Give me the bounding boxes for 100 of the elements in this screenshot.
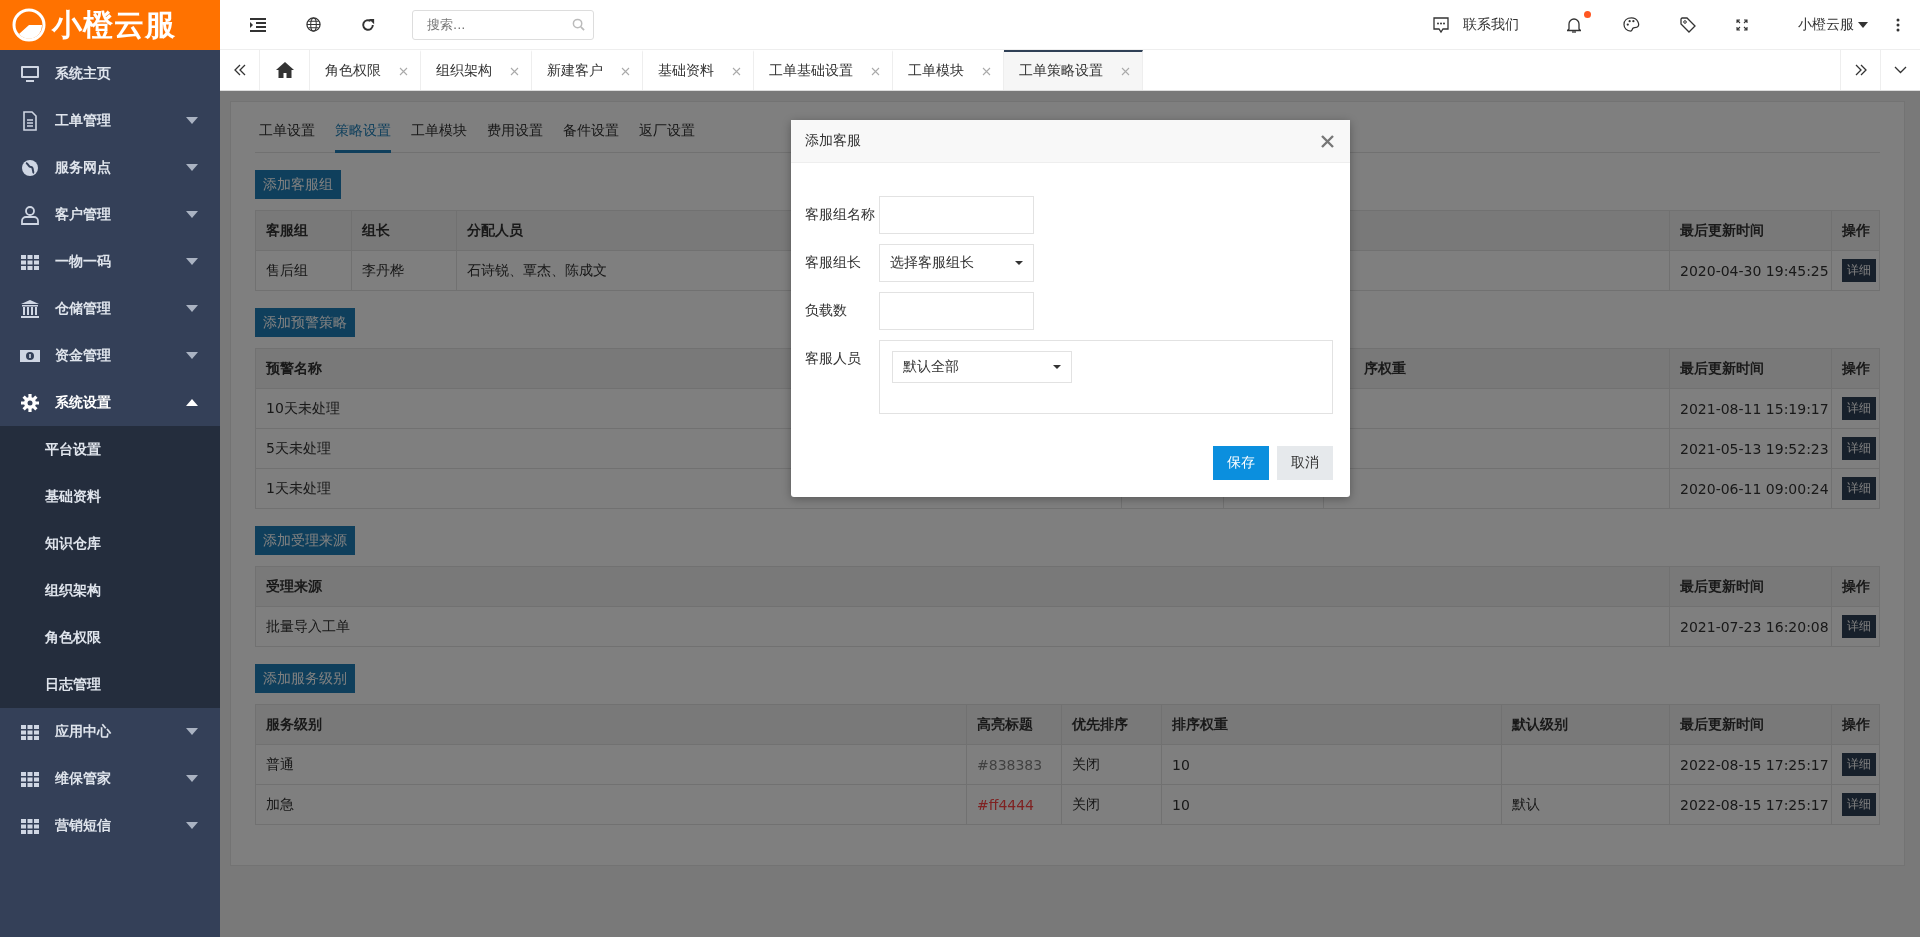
sidebar-item[interactable]: 资金管理 xyxy=(0,332,220,379)
detail-button[interactable]: 详细 xyxy=(1842,793,1876,816)
caret-down-icon xyxy=(186,117,198,124)
caret-up-icon xyxy=(186,399,198,406)
sidebar-subitem[interactable]: 基础资料 xyxy=(0,473,220,520)
more-icon[interactable] xyxy=(1896,17,1900,32)
table-cell: 10 xyxy=(1172,796,1190,813)
table-cell: 石诗锐、覃杰、陈成文 xyxy=(467,261,607,280)
input-field[interactable] xyxy=(879,196,1034,234)
save-button[interactable]: 保存 xyxy=(1213,446,1269,480)
logo-icon xyxy=(12,8,46,42)
sidebar-item[interactable]: 仓储管理 xyxy=(0,285,220,332)
sidebar-item[interactable]: 系统主页 xyxy=(0,50,220,97)
sidebar-item[interactable]: 客户管理 xyxy=(0,191,220,238)
caret-down-icon xyxy=(186,305,198,312)
detail-button[interactable]: 详细 xyxy=(1842,615,1876,638)
settings-tab[interactable]: 备件设置 xyxy=(563,122,619,153)
column-header: 操作 xyxy=(1842,221,1870,240)
settings-tab[interactable]: 费用设置 xyxy=(487,122,543,153)
table-cell: 2020-06-11 09:00:24 xyxy=(1680,480,1829,497)
table-cell: 1天未处理 xyxy=(266,479,331,498)
caret-down-icon xyxy=(186,258,198,265)
table-cell: 关闭 xyxy=(1072,755,1100,774)
tab-label: 组织架构 xyxy=(436,62,492,80)
column-header: 服务级别 xyxy=(266,715,322,734)
column-header: 客服组 xyxy=(266,221,308,240)
close-icon[interactable] xyxy=(621,66,630,76)
page-tab[interactable]: 角色权限 xyxy=(310,50,421,90)
field-label: 客服组名称 xyxy=(805,206,876,224)
caret-down-icon xyxy=(1015,261,1023,265)
color-code: #838383 xyxy=(977,756,1043,773)
column-header: 操作 xyxy=(1842,359,1870,378)
detail-button[interactable]: 详细 xyxy=(1842,477,1876,500)
caret-down-icon xyxy=(186,211,198,218)
column-header: 分配人员 xyxy=(467,221,523,240)
table-cell: 2022-08-15 17:25:17 xyxy=(1680,796,1829,813)
sidebar-item[interactable]: 应用中心 xyxy=(0,708,220,755)
table-cell: 李丹桦 xyxy=(362,261,404,280)
double-chevron-left-icon xyxy=(233,64,246,76)
select-field[interactable]: 默认全部 xyxy=(892,351,1072,383)
detail-button[interactable]: 详细 xyxy=(1842,753,1876,776)
detail-button[interactable]: 详细 xyxy=(1842,397,1876,420)
close-icon[interactable] xyxy=(399,66,408,76)
bell-icon[interactable] xyxy=(1567,16,1581,33)
table-cell: 默认 xyxy=(1512,795,1540,814)
settings-tab[interactable]: 返厂设置 xyxy=(639,122,695,153)
sidebar-item[interactable]: 维保管家 xyxy=(0,755,220,802)
page-tab[interactable]: 工单基础设置 xyxy=(754,50,893,90)
user-menu[interactable]: 小橙云服 xyxy=(1798,15,1854,34)
refresh-icon[interactable] xyxy=(361,17,375,32)
sidebar-item[interactable]: 系统设置 xyxy=(0,379,220,426)
column-header: 最后更新时间 xyxy=(1680,359,1764,378)
detail-button[interactable]: 详细 xyxy=(1842,437,1876,460)
logo-text: 小橙云服 xyxy=(52,5,176,44)
settings-icon xyxy=(20,392,40,413)
column-header: 高亮标题 xyxy=(977,715,1033,734)
select-field[interactable]: 选择客服组长 xyxy=(879,244,1034,282)
sidebar-item[interactable]: 服务网点 xyxy=(0,144,220,191)
search-field[interactable]: 搜索... xyxy=(412,9,594,40)
color-code: #ff4444 xyxy=(977,796,1034,813)
caret-down-icon xyxy=(186,352,198,359)
caret-down-icon xyxy=(1053,365,1061,369)
input-field[interactable] xyxy=(879,292,1034,330)
palette-icon[interactable] xyxy=(1623,17,1640,32)
page-tab[interactable]: 基础资料 xyxy=(643,50,754,90)
sidebar-item[interactable]: 营销短信 xyxy=(0,802,220,849)
close-icon[interactable] xyxy=(982,66,991,76)
field-label: 客服人员 xyxy=(805,350,862,368)
close-icon[interactable] xyxy=(732,66,741,76)
close-icon[interactable] xyxy=(1321,134,1334,148)
page-tab[interactable]: 新建客户 xyxy=(532,50,643,90)
caret-down-icon xyxy=(186,164,198,171)
sidebar-subitem[interactable]: 日志管理 xyxy=(0,661,220,708)
double-chevron-right-icon xyxy=(1854,64,1867,76)
settings-tab[interactable]: 工单模块 xyxy=(411,122,467,153)
column-header: 默认级别 xyxy=(1512,715,1568,734)
chat-icon[interactable] xyxy=(1432,15,1450,34)
sidebar-subitem[interactable]: 知识仓库 xyxy=(0,520,220,567)
tag-icon[interactable] xyxy=(1680,16,1696,33)
sidebar-subitem[interactable]: 角色权限 xyxy=(0,614,220,661)
cancel-button[interactable]: 取消 xyxy=(1277,446,1333,480)
fullscreen-icon[interactable] xyxy=(1736,18,1748,31)
settings-tab[interactable]: 工单设置 xyxy=(259,122,315,153)
table-cell: 2021-08-11 15:19:17 xyxy=(1680,400,1829,417)
sidebar-item[interactable]: 一物一码 xyxy=(0,238,220,285)
menu-indent-icon[interactable] xyxy=(250,17,266,32)
contact-link[interactable]: 联系我们 xyxy=(1463,15,1519,34)
caret-down-icon xyxy=(186,728,198,735)
table-cell: 2021-07-23 16:20:08 xyxy=(1680,618,1829,635)
close-icon[interactable] xyxy=(871,66,880,76)
sidebar-subitem[interactable]: 组织架构 xyxy=(0,567,220,614)
sidebar-subitem[interactable]: 平台设置 xyxy=(0,426,220,473)
page-tab[interactable]: 工单策略设置 xyxy=(1004,50,1143,90)
column-header: 最后更新时间 xyxy=(1680,715,1764,734)
page-tab[interactable]: 组织架构 xyxy=(421,50,532,90)
sidebar-item[interactable]: 工单管理 xyxy=(0,97,220,144)
close-icon[interactable] xyxy=(1121,66,1130,76)
close-icon[interactable] xyxy=(510,66,519,76)
column-header: 排序权重 xyxy=(1172,715,1228,734)
detail-button[interactable]: 详细 xyxy=(1842,259,1876,282)
